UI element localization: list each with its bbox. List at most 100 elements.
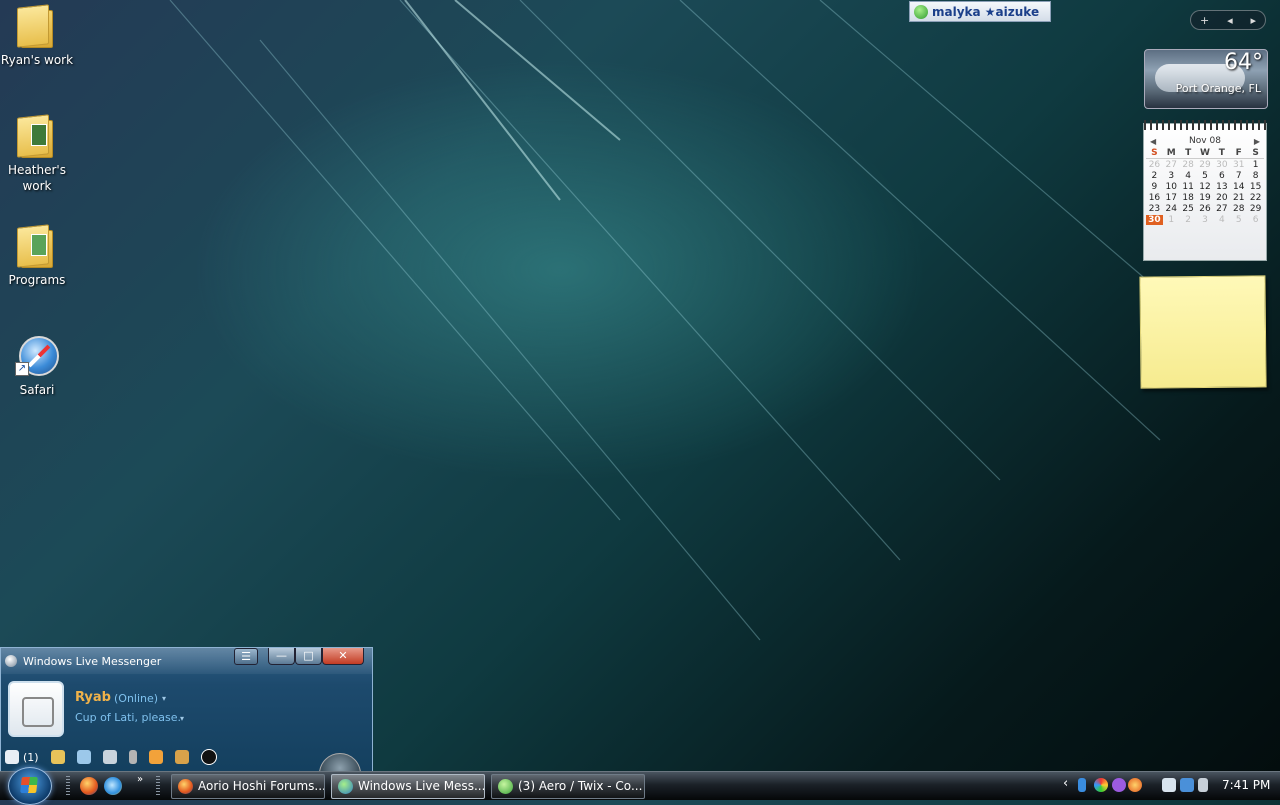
tray-volume-icon[interactable] bbox=[1198, 778, 1208, 792]
show-hidden-icons-button[interactable]: ‹ bbox=[1063, 776, 1068, 791]
sticky-note-gadget[interactable] bbox=[1139, 275, 1267, 389]
calendar-day[interactable]: 30 bbox=[1213, 160, 1230, 170]
calendar-day[interactable]: 5 bbox=[1230, 215, 1247, 225]
calendar-gadget[interactable]: ◀ Nov 08 ▶ S M T W T F S 26 27 28 29 30 31 1 2 3 4 5 6 7 8 9 1… bbox=[1143, 120, 1267, 261]
minimize-button[interactable]: — bbox=[268, 648, 295, 665]
display-name[interactable]: Ryab bbox=[75, 690, 111, 705]
calendar-binding bbox=[1144, 120, 1266, 130]
messenger-window: Windows Live Messenger ☰ — □ ✕ Ryab (Onl… bbox=[0, 647, 373, 795]
spaces-icon[interactable] bbox=[76, 750, 91, 764]
calendar-day[interactable]: 1 bbox=[1247, 160, 1264, 170]
close-button[interactable]: ✕ bbox=[322, 648, 364, 665]
mobile-icon[interactable] bbox=[128, 750, 137, 764]
desktop-icon-ryans-work[interactable]: Ryan's work bbox=[0, 4, 74, 68]
task-button-forums[interactable]: Aorio Hoshi Forums... bbox=[171, 774, 325, 799]
calendar-prev-button[interactable]: ◀ bbox=[1150, 137, 1156, 146]
calendar-day[interactable]: 19 bbox=[1197, 193, 1214, 203]
calendar-day[interactable]: 9 bbox=[1146, 182, 1163, 192]
calendar-weekday: T bbox=[1179, 148, 1197, 159]
calendar-day[interactable]: 28 bbox=[1180, 160, 1197, 170]
calendar-day[interactable]: 29 bbox=[1247, 204, 1264, 214]
calendar-day[interactable]: 27 bbox=[1213, 204, 1230, 214]
shield-icon[interactable] bbox=[148, 750, 163, 764]
tray-color-icon[interactable] bbox=[1094, 778, 1108, 792]
maximize-button[interactable]: □ bbox=[295, 648, 322, 665]
weather-gadget[interactable]: 64° Port Orange, FL bbox=[1144, 49, 1268, 109]
task-button-conversation[interactable]: (3) Aero / Twix - Co... bbox=[491, 774, 645, 799]
calendar-weekday: M bbox=[1162, 148, 1180, 159]
calendar-day[interactable]: 15 bbox=[1247, 182, 1264, 192]
quick-launch-more[interactable]: » bbox=[137, 774, 143, 785]
gadget-next-button[interactable]: ▸ bbox=[1251, 14, 1257, 27]
calendar-day[interactable]: 6 bbox=[1247, 215, 1264, 225]
start-button[interactable] bbox=[8, 767, 52, 805]
display-picture[interactable] bbox=[8, 681, 64, 737]
contact-notification[interactable]: malyka ★aizuke bbox=[909, 1, 1051, 22]
firefox-icon[interactable] bbox=[80, 777, 98, 795]
gadget-prev-button[interactable]: ◂ bbox=[1227, 14, 1233, 27]
tray-app-icon[interactable] bbox=[1112, 778, 1126, 792]
calendar-day[interactable]: 4 bbox=[1213, 215, 1230, 225]
calendar-day[interactable]: 1 bbox=[1163, 215, 1180, 225]
calendar-day[interactable]: 16 bbox=[1146, 193, 1163, 203]
tools-icon[interactable] bbox=[174, 750, 189, 764]
calendar-day[interactable]: 26 bbox=[1146, 160, 1163, 170]
personal-message-dropdown-icon[interactable]: ▾ bbox=[180, 714, 184, 723]
contacts-icon[interactable] bbox=[50, 750, 65, 764]
calendar-day[interactable]: 27 bbox=[1163, 160, 1180, 170]
calendar-day[interactable]: 24 bbox=[1163, 204, 1180, 214]
calendar-day[interactable]: 22 bbox=[1247, 193, 1264, 203]
calendar-day[interactable]: 29 bbox=[1197, 160, 1214, 170]
calendar-day[interactable]: 18 bbox=[1180, 193, 1197, 203]
calendar-day[interactable]: 21 bbox=[1230, 193, 1247, 203]
task-button-messenger[interactable]: Windows Live Mess... bbox=[331, 774, 485, 799]
calendar-day[interactable]: 5 bbox=[1197, 171, 1214, 181]
calendar-day[interactable]: 10 bbox=[1163, 182, 1180, 192]
checkmark-icon[interactable] bbox=[200, 749, 217, 765]
phone-icon[interactable] bbox=[102, 750, 117, 764]
tray-usb-icon[interactable] bbox=[1078, 778, 1086, 792]
status-dropdown-icon[interactable]: ▾ bbox=[162, 694, 166, 703]
tray-firefox-icon[interactable] bbox=[1128, 778, 1142, 792]
task-label: Aorio Hoshi Forums... bbox=[198, 779, 325, 793]
calendar-day[interactable]: 6 bbox=[1213, 171, 1230, 181]
internet-explorer-icon[interactable] bbox=[104, 777, 122, 795]
calendar-day[interactable]: 2 bbox=[1180, 215, 1197, 225]
gadget-toolbar: + ◂ ▸ bbox=[1190, 10, 1266, 30]
calendar-day[interactable]: 3 bbox=[1197, 215, 1214, 225]
mail-icon[interactable] bbox=[5, 750, 19, 764]
tray-battery-icon[interactable] bbox=[1162, 778, 1176, 792]
desktop-icon-heathers-work[interactable]: Heather's work bbox=[0, 114, 74, 194]
taskbar-grip[interactable] bbox=[156, 776, 160, 796]
mail-count: (1) bbox=[23, 750, 39, 764]
calendar-day[interactable]: 20 bbox=[1213, 193, 1230, 203]
calendar-day[interactable]: 7 bbox=[1230, 171, 1247, 181]
menu-button[interactable]: ☰ bbox=[234, 648, 258, 665]
calendar-day[interactable]: 13 bbox=[1213, 182, 1230, 192]
calendar-day[interactable]: 26 bbox=[1197, 204, 1214, 214]
calendar-day[interactable]: 12 bbox=[1197, 182, 1214, 192]
calendar-day[interactable]: 3 bbox=[1163, 171, 1180, 181]
calendar-day[interactable]: 11 bbox=[1180, 182, 1197, 192]
calendar-day[interactable]: 23 bbox=[1146, 204, 1163, 214]
calendar-day[interactable]: 4 bbox=[1180, 171, 1197, 181]
calendar-day[interactable]: 28 bbox=[1230, 204, 1247, 214]
calendar-day[interactable]: 8 bbox=[1247, 171, 1264, 181]
calendar-day[interactable]: 17 bbox=[1163, 193, 1180, 203]
taskbar-clock[interactable]: 7:41 PM bbox=[1222, 778, 1270, 792]
status-text[interactable]: (Online) bbox=[114, 692, 158, 705]
add-gadget-button[interactable]: + bbox=[1200, 14, 1209, 27]
calendar-today[interactable]: 30 bbox=[1146, 215, 1163, 225]
calendar-day[interactable]: 25 bbox=[1180, 204, 1197, 214]
tray-network-icon[interactable] bbox=[1180, 778, 1194, 792]
calendar-day[interactable]: 14 bbox=[1230, 182, 1247, 192]
desktop-icon-programs[interactable]: Programs bbox=[0, 224, 74, 288]
calendar-day[interactable]: 2 bbox=[1146, 171, 1163, 181]
calendar-next-button[interactable]: ▶ bbox=[1254, 137, 1260, 146]
calendar-weekday: W bbox=[1196, 148, 1214, 159]
personal-message[interactable]: Cup of Lati, please. bbox=[75, 711, 181, 724]
desktop-icon-safari[interactable]: ↗ Safari bbox=[0, 334, 74, 398]
quick-launch-grip[interactable] bbox=[66, 776, 70, 796]
task-label: (3) Aero / Twix - Co... bbox=[518, 779, 643, 793]
calendar-day[interactable]: 31 bbox=[1230, 160, 1247, 170]
